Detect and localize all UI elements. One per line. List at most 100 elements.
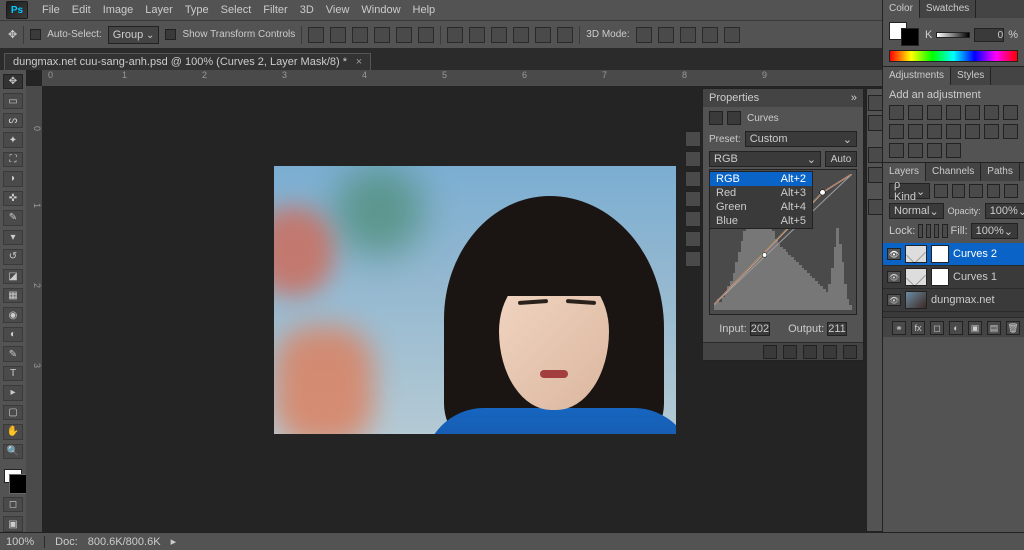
- layer-name[interactable]: dungmax.net: [931, 294, 995, 306]
- tab-channels[interactable]: Channels: [926, 163, 981, 181]
- delete-layer-icon[interactable]: 🗑: [1006, 321, 1020, 335]
- distribute-hcenter-icon[interactable]: [535, 27, 551, 43]
- lock-position-icon[interactable]: [934, 224, 939, 238]
- fg-bg-color-swatch[interactable]: [889, 22, 919, 46]
- layer-mask-thumbnail[interactable]: [931, 268, 949, 286]
- adj-photofilter-icon[interactable]: [908, 124, 923, 139]
- view-previous-icon[interactable]: [783, 345, 797, 359]
- adj-vibrance-icon[interactable]: [965, 105, 980, 120]
- distribute-vcenter-icon[interactable]: [469, 27, 485, 43]
- layer-name[interactable]: Curves 1: [953, 271, 997, 283]
- curves-smooth-tool[interactable]: [685, 191, 701, 207]
- align-top-icon[interactable]: [308, 27, 324, 43]
- layer-thumbnail-curves-icon[interactable]: [905, 245, 927, 263]
- curves-draw-tool[interactable]: [685, 171, 701, 187]
- channel-dropdown[interactable]: RGB⌄: [709, 151, 821, 167]
- channel-option-green[interactable]: GreenAlt+4: [710, 200, 812, 214]
- menu-type[interactable]: Type: [179, 0, 215, 20]
- curves-target-adjust-tool[interactable]: [685, 131, 701, 147]
- toggle-visibility-icon[interactable]: [823, 345, 837, 359]
- filter-type-layers-icon[interactable]: [969, 184, 983, 198]
- adj-exposure-icon[interactable]: [946, 105, 961, 120]
- distribute-right-icon[interactable]: [557, 27, 573, 43]
- layer-mask-thumbnail[interactable]: [931, 245, 949, 263]
- 3d-pan-icon[interactable]: [680, 27, 696, 43]
- zoom-tool[interactable]: 🔍: [3, 444, 23, 459]
- layer-visibility-toggle[interactable]: 👁: [887, 248, 901, 260]
- distribute-top-icon[interactable]: [447, 27, 463, 43]
- adj-channelmixer-icon[interactable]: [927, 124, 942, 139]
- curves-gray-point-tool[interactable]: [685, 231, 701, 247]
- eraser-tool[interactable]: ◪: [3, 269, 23, 284]
- tab-adjustments[interactable]: Adjustments: [883, 67, 951, 85]
- adj-threshold-icon[interactable]: [1003, 124, 1018, 139]
- menu-view[interactable]: View: [320, 0, 356, 20]
- auto-select-checkbox[interactable]: [30, 29, 41, 40]
- adj-extra2-icon[interactable]: [946, 143, 961, 158]
- k-slider[interactable]: [936, 32, 970, 38]
- clip-to-layer-icon[interactable]: [763, 345, 777, 359]
- menu-edit[interactable]: Edit: [66, 0, 97, 20]
- layer-fx-icon[interactable]: fx: [911, 321, 925, 335]
- show-transform-checkbox[interactable]: [165, 29, 176, 40]
- canvas-image[interactable]: [274, 166, 676, 434]
- menu-3d[interactable]: 3D: [294, 0, 320, 20]
- blend-mode-dropdown[interactable]: Normal⌄: [889, 203, 944, 219]
- channel-option-red[interactable]: RedAlt+3: [710, 186, 812, 200]
- adj-extra1-icon[interactable]: [927, 143, 942, 158]
- input-value-field[interactable]: 202: [750, 322, 770, 336]
- align-bottom-icon[interactable]: [352, 27, 368, 43]
- layer-row[interactable]: 👁 dungmax.net: [883, 289, 1024, 312]
- adj-invert-icon[interactable]: [965, 124, 980, 139]
- align-right-icon[interactable]: [418, 27, 434, 43]
- foreground-background-colors[interactable]: [4, 469, 22, 483]
- filter-smart-layers-icon[interactable]: [1004, 184, 1018, 198]
- zoom-level[interactable]: 100%: [6, 536, 34, 548]
- adj-gradientmap-icon[interactable]: [889, 143, 904, 158]
- tab-styles[interactable]: Styles: [951, 67, 991, 85]
- color-spectrum[interactable]: [889, 50, 1018, 62]
- adj-levels-icon[interactable]: [908, 105, 923, 120]
- align-left-icon[interactable]: [374, 27, 390, 43]
- adj-colorbalance-icon[interactable]: [1003, 105, 1018, 120]
- collapse-icon[interactable]: »: [851, 92, 857, 104]
- crop-tool[interactable]: ⛶: [3, 152, 23, 167]
- history-brush-tool[interactable]: ↺: [3, 249, 23, 264]
- channel-option-rgb[interactable]: RGBAlt+2: [710, 172, 812, 186]
- auto-select-group-dropdown[interactable]: Group ⌄: [108, 26, 160, 44]
- new-group-icon[interactable]: ▣: [968, 321, 982, 335]
- tab-swatches[interactable]: Swatches: [920, 0, 976, 18]
- layer-visibility-toggle[interactable]: 👁: [887, 271, 901, 283]
- menu-filter[interactable]: Filter: [257, 0, 293, 20]
- menu-select[interactable]: Select: [215, 0, 258, 20]
- menu-help[interactable]: Help: [407, 0, 442, 20]
- adj-hue-icon[interactable]: [984, 105, 999, 120]
- new-layer-icon[interactable]: ▤: [987, 321, 1001, 335]
- adj-posterize-icon[interactable]: [984, 124, 999, 139]
- blur-tool[interactable]: ◉: [3, 307, 23, 322]
- eyedropper-tool[interactable]: ◗: [3, 171, 23, 186]
- layer-thumbnail-curves-icon[interactable]: [905, 268, 927, 286]
- layer-visibility-toggle[interactable]: 👁: [887, 294, 901, 306]
- k-value-input[interactable]: [974, 28, 1004, 42]
- new-adjustment-layer-icon[interactable]: ◐: [949, 321, 963, 335]
- reset-icon[interactable]: [803, 345, 817, 359]
- menu-layer[interactable]: Layer: [139, 0, 179, 20]
- curves-black-point-tool[interactable]: [685, 211, 701, 227]
- menu-file[interactable]: File: [36, 0, 66, 20]
- output-value-field[interactable]: 211: [827, 322, 847, 336]
- layer-filter-kind-dropdown[interactable]: ρ Kind⌄: [889, 183, 930, 199]
- 3d-scale-icon[interactable]: [724, 27, 740, 43]
- layer-name[interactable]: Curves 2: [953, 248, 997, 260]
- adj-brightness-icon[interactable]: [889, 105, 904, 120]
- close-tab-icon[interactable]: ×: [356, 56, 362, 68]
- lock-all-icon[interactable]: [942, 224, 947, 238]
- distribute-bottom-icon[interactable]: [491, 27, 507, 43]
- auto-button[interactable]: Auto: [825, 151, 857, 167]
- gradient-tool[interactable]: ▦: [3, 288, 23, 303]
- move-tool[interactable]: ✥: [3, 74, 23, 89]
- filter-adj-layers-icon[interactable]: [952, 184, 966, 198]
- menu-window[interactable]: Window: [355, 0, 406, 20]
- document-tab[interactable]: dungmax.net cuu-sang-anh.psd @ 100% (Cur…: [4, 53, 371, 70]
- tab-paths[interactable]: Paths: [981, 163, 1020, 181]
